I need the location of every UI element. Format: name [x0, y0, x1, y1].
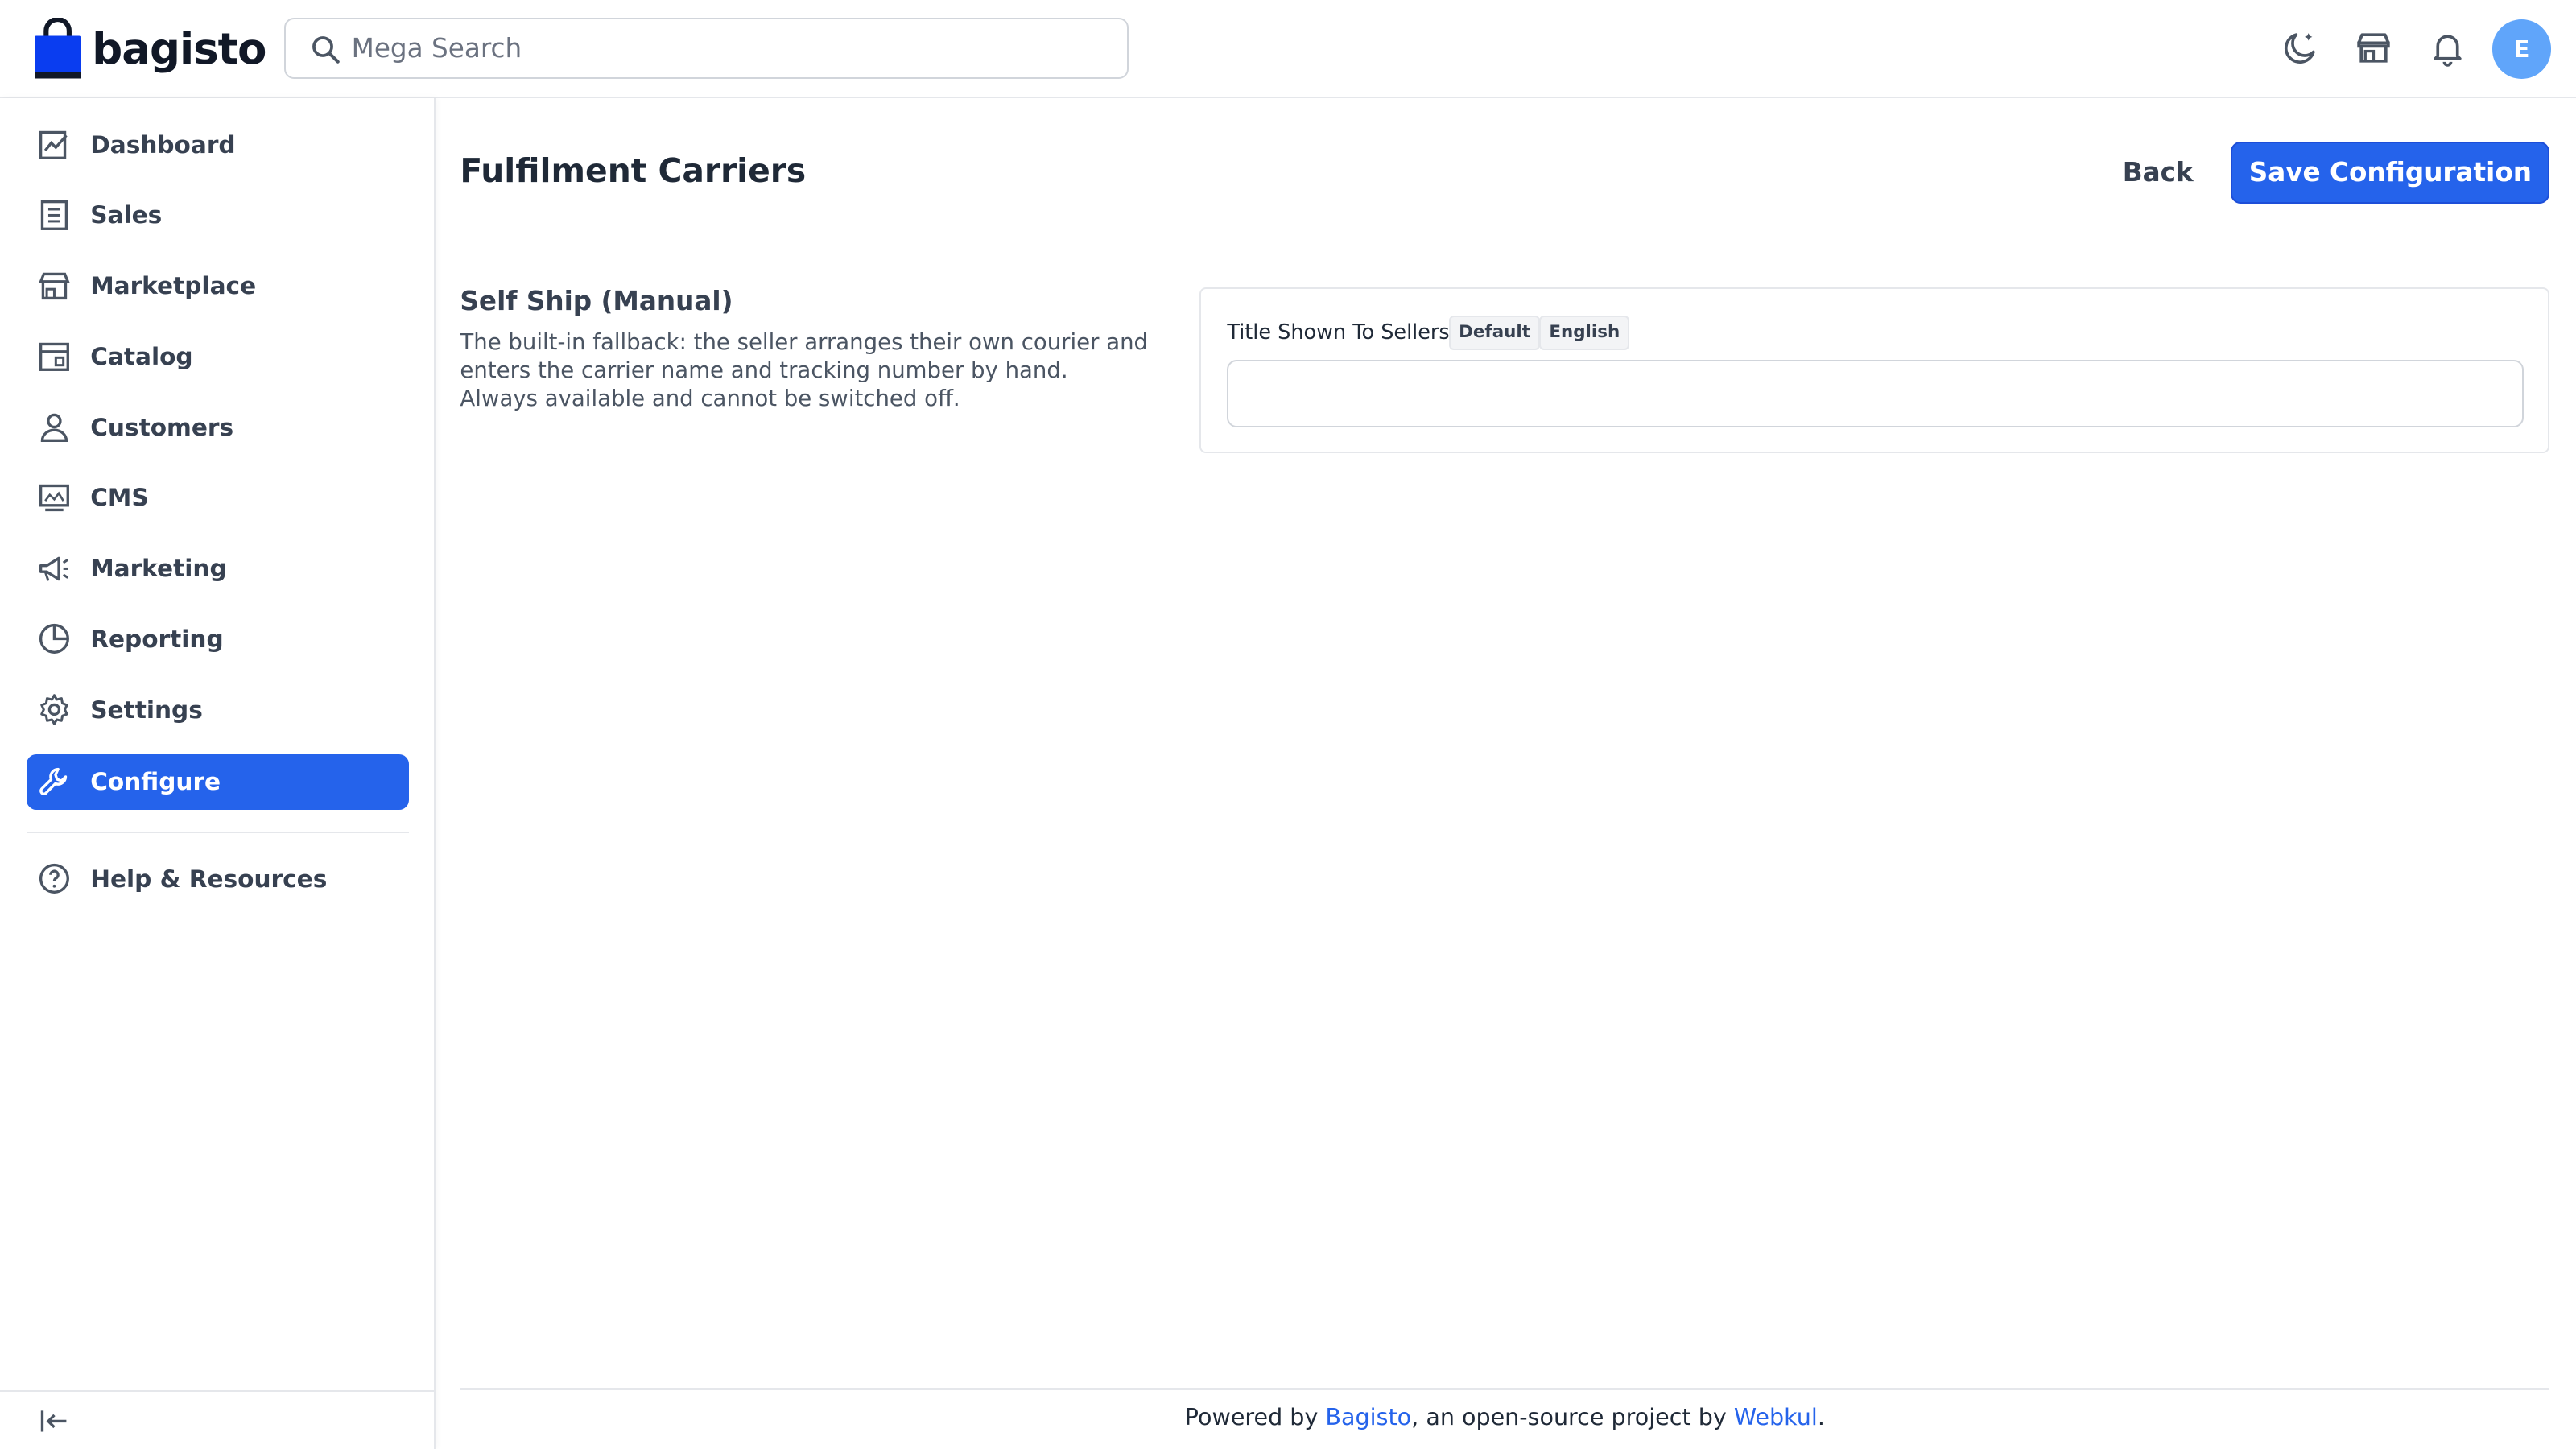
sidebar-item-label: Reporting — [90, 625, 224, 653]
sidebar-item-marketing[interactable]: Marketing — [27, 540, 410, 596]
moon-icon — [2284, 32, 2315, 64]
sidebar-item-cms[interactable]: CMS — [27, 470, 410, 526]
footer-middle: , an open-source project by — [1411, 1402, 1734, 1430]
top-header: bagisto Mega Search E — [0, 0, 2576, 99]
sidebar-item-label: Catalog — [90, 342, 193, 370]
footer-suffix: . — [1817, 1402, 1825, 1430]
footer-prefix: Powered by — [1184, 1402, 1326, 1430]
section-title: Self Ship (Manual) — [460, 286, 733, 317]
catalog-icon — [36, 338, 72, 374]
monitor-icon — [36, 480, 72, 516]
sidebar-item-catalog[interactable]: Catalog — [27, 328, 410, 384]
megaphone-icon — [36, 551, 72, 587]
sidebar-item-label: Customers — [90, 413, 234, 441]
back-button[interactable]: Back — [2103, 143, 2213, 202]
sidebar-item-configure[interactable]: Configure — [26, 753, 410, 811]
dashboard-icon — [36, 126, 72, 163]
channel-tag: Default — [1448, 315, 1541, 350]
sidebar-item-help[interactable]: Help & Resources — [27, 851, 410, 906]
section-description: The built-in fallback: the seller arrang… — [460, 329, 1149, 411]
sidebar-item-settings[interactable]: Settings — [27, 682, 410, 737]
sidebar-item-label: Settings — [90, 696, 203, 724]
bell-icon — [2434, 35, 2462, 67]
sidebar-item-label: CMS — [90, 484, 149, 512]
sidebar-item-label: Sales — [90, 201, 163, 229]
sidebar-item-label: Help & Resources — [90, 865, 328, 893]
admin-app: bagisto Mega Search E Dashboard Sales Ma… — [0, 0, 2576, 1449]
bagisto-link[interactable]: Bagisto — [1325, 1403, 1411, 1430]
title-shown-to-sellers-input[interactable] — [1227, 359, 2524, 427]
mega-search[interactable] — [284, 18, 1129, 79]
sidebar-item-label: Configure — [90, 768, 221, 796]
sidebar-item-customers[interactable]: Customers — [27, 399, 410, 455]
store-icon — [36, 268, 72, 304]
page-title: Fulfilment Carriers — [460, 151, 807, 190]
sidebar-item-sales[interactable]: Sales — [27, 188, 410, 243]
sidebar-item-label: Marketplace — [90, 272, 257, 300]
page-footer: Powered by Bagisto, an open-source proje… — [460, 1403, 2549, 1430]
store-icon — [2357, 33, 2391, 63]
sidebar-item-label: Dashboard — [90, 130, 236, 159]
footer-divider — [460, 1388, 2550, 1390]
sidebar-item-reporting[interactable]: Reporting — [27, 611, 410, 667]
sidebar-footer-divider — [0, 1389, 436, 1392]
sidebar-item-marketplace[interactable]: Marketplace — [27, 258, 410, 313]
sidebar: Dashboard Sales Marketplace Catalog Cust… — [0, 98, 436, 1449]
receipt-icon — [36, 197, 72, 233]
user-icon — [36, 409, 72, 445]
shopping-bag-icon — [34, 18, 80, 79]
search-input[interactable] — [351, 19, 1108, 77]
dark-mode-toggle[interactable] — [2281, 28, 2320, 68]
user-avatar[interactable]: E — [2491, 19, 2552, 79]
field-label: Title Shown To Sellers — [1227, 320, 1450, 345]
pie-chart-icon — [36, 621, 72, 657]
gear-icon — [36, 691, 72, 728]
brand-name: bagisto — [92, 24, 266, 75]
sidebar-item-dashboard[interactable]: Dashboard — [27, 117, 410, 172]
search-icon — [312, 35, 340, 64]
config-card: Title Shown To Sellers Default English — [1199, 287, 2550, 454]
storefront-link[interactable] — [2354, 28, 2393, 68]
brand-logo[interactable]: bagisto — [33, 16, 266, 82]
collapse-sidebar-button[interactable] — [36, 1403, 72, 1439]
collapse-left-icon — [40, 1410, 67, 1432]
notifications-button[interactable] — [2428, 28, 2467, 68]
sidebar-divider — [26, 831, 410, 833]
webkul-link[interactable]: Webkul — [1734, 1403, 1818, 1430]
wrench-icon — [36, 764, 72, 800]
help-circle-icon — [36, 861, 72, 897]
locale-tag: English — [1539, 315, 1630, 350]
save-configuration-button[interactable]: Save Configuration — [2231, 141, 2550, 204]
sidebar-item-label: Marketing — [90, 555, 227, 583]
